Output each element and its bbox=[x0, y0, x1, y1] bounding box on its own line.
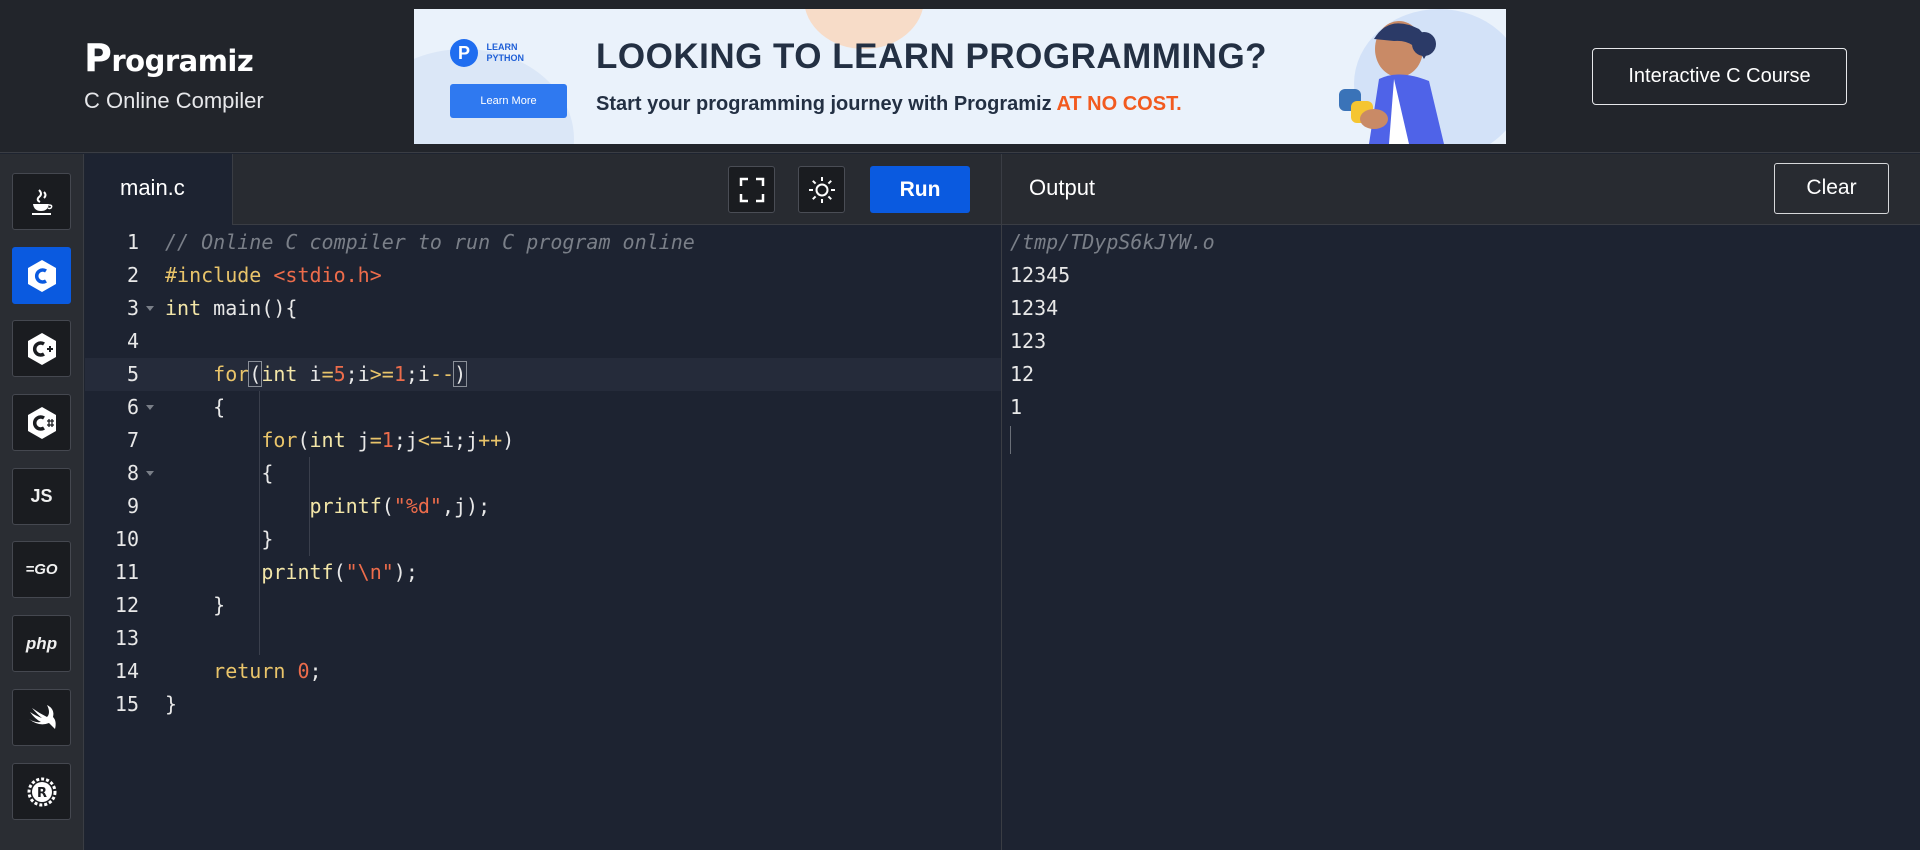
output-line: /tmp/TDypS6kJYW.o bbox=[1010, 230, 1215, 254]
output-line: 1234 bbox=[1010, 296, 1059, 320]
rust-icon: R bbox=[27, 777, 56, 806]
editor-toolbar: main.c Run bbox=[85, 154, 1001, 225]
go-language-button[interactable]: =GO bbox=[12, 541, 71, 598]
code-area[interactable]: 1// Online C compiler to run C program o… bbox=[85, 226, 1001, 850]
header: Programiz C Online Compiler P LEARN PYTHO… bbox=[0, 0, 1920, 153]
file-tab-main-c[interactable]: main.c bbox=[85, 154, 233, 225]
cpp-icon bbox=[27, 332, 56, 365]
code-line: 2 #include <stdio.h> bbox=[126, 263, 382, 287]
fullscreen-button[interactable] bbox=[728, 166, 775, 213]
run-button[interactable]: Run bbox=[870, 166, 970, 213]
banner-badge: P LEARN PYTHON bbox=[450, 39, 524, 67]
swift-language-button[interactable] bbox=[12, 689, 71, 746]
code-line: 14 return 0; bbox=[114, 659, 322, 683]
page-subtitle: C Online Compiler bbox=[84, 88, 264, 113]
code-line: 6 { bbox=[126, 395, 226, 419]
rust-language-button[interactable]: R bbox=[12, 763, 71, 820]
programiz-badge-icon: P bbox=[450, 39, 478, 67]
cpp-language-button[interactable] bbox=[12, 320, 71, 377]
csharp-icon bbox=[27, 406, 56, 439]
girl-with-python-illustration-icon bbox=[1339, 21, 1444, 144]
language-sidebar: JS =GO php R bbox=[0, 154, 84, 850]
code-line: 13 bbox=[114, 626, 139, 650]
output-panel: Output Clear /tmp/TDypS6kJYW.o 12345 123… bbox=[1001, 154, 1920, 850]
code-line: 7 for(int j=1;j<=i;j++) bbox=[126, 428, 515, 452]
javascript-icon: JS bbox=[30, 486, 53, 506]
swift-icon bbox=[28, 704, 56, 729]
go-icon: =GO bbox=[25, 561, 58, 578]
theme-toggle-button[interactable] bbox=[798, 166, 845, 213]
code-line: 9 printf("%d",j); bbox=[126, 494, 491, 518]
c-language-button[interactable] bbox=[12, 247, 71, 304]
output-toolbar: Output Clear bbox=[1002, 154, 1920, 225]
output-line: 1 bbox=[1010, 395, 1023, 419]
php-language-button[interactable]: php bbox=[12, 615, 71, 672]
java-language-button[interactable] bbox=[12, 173, 71, 230]
ad-banner[interactable]: P LEARN PYTHON Learn More LOOKING TO LEAR… bbox=[414, 9, 1506, 144]
banner-subtext: Start your programming journey with Prog… bbox=[596, 93, 1182, 115]
output-line: 12 bbox=[1010, 362, 1035, 386]
csharp-language-button[interactable] bbox=[12, 394, 71, 451]
java-icon bbox=[31, 188, 52, 215]
banner-learn-more-button[interactable]: Learn More bbox=[450, 84, 567, 118]
fullscreen-icon bbox=[739, 177, 764, 202]
code-line: 4 bbox=[126, 329, 139, 353]
code-line: 12 } bbox=[114, 593, 226, 617]
code-line: 1// Online C compiler to run C program o… bbox=[126, 230, 695, 254]
code-line: 15} bbox=[114, 692, 178, 716]
output-line: 12345 bbox=[1010, 263, 1071, 287]
fold-arrow-icon[interactable] bbox=[146, 405, 154, 410]
sun-icon bbox=[808, 176, 835, 203]
interactive-c-course-button[interactable]: Interactive C Course bbox=[1592, 48, 1847, 105]
svg-text:R: R bbox=[36, 786, 46, 801]
output-line: 123 bbox=[1010, 329, 1047, 353]
text-cursor bbox=[1010, 426, 1011, 454]
php-icon: php bbox=[25, 633, 58, 653]
fold-arrow-icon[interactable] bbox=[146, 306, 154, 311]
banner-headline: LOOKING TO LEARN PROGRAMMING? bbox=[596, 37, 1268, 76]
code-line: 10 } bbox=[114, 527, 274, 551]
code-line-current: 5 for(int i=5;i>=1;i--) bbox=[85, 358, 1001, 391]
code-line: 3 int main(){ bbox=[126, 296, 298, 320]
fold-arrow-icon[interactable] bbox=[146, 471, 154, 476]
code-editor-panel: main.c Run 1// Online C compiler to run … bbox=[85, 154, 1001, 850]
javascript-language-button[interactable]: JS bbox=[12, 468, 71, 525]
c-icon bbox=[27, 259, 56, 292]
clear-button[interactable]: Clear bbox=[1774, 163, 1889, 214]
code-line: 8 { bbox=[126, 461, 274, 485]
output-console[interactable]: /tmp/TDypS6kJYW.o 12345 1234 123 12 1 bbox=[1010, 226, 1215, 454]
output-title: Output bbox=[1029, 175, 1096, 200]
code-line: 11 printf("\n"); bbox=[114, 560, 418, 584]
programiz-logo[interactable]: Programiz bbox=[84, 36, 254, 80]
